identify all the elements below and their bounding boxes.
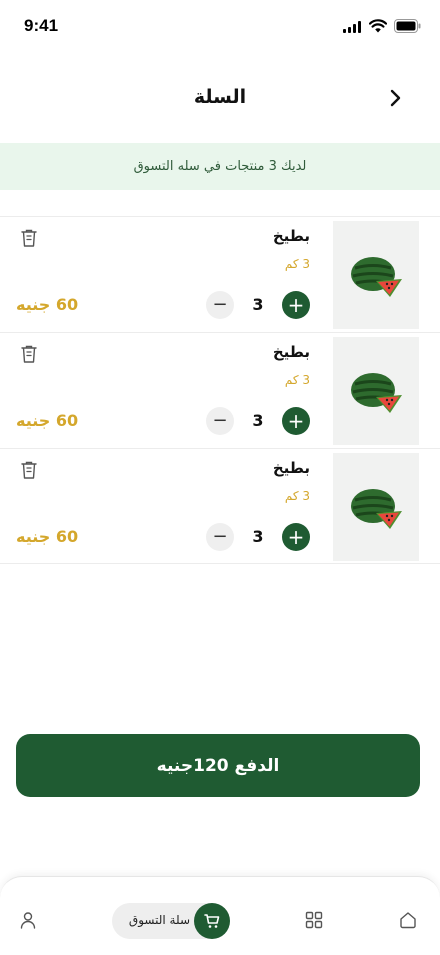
decrease-quantity-button[interactable]: − — [206, 523, 234, 551]
product-image — [333, 337, 419, 445]
quantity-value: 3 — [252, 411, 264, 430]
home-icon — [400, 912, 416, 929]
delete-item-button[interactable] — [18, 227, 40, 249]
item-price: 60 جنيه — [16, 411, 79, 430]
cart-icon-circle — [194, 903, 230, 939]
grid-icon — [305, 911, 323, 929]
product-name: بطيخ — [272, 343, 310, 361]
back-button[interactable] — [380, 84, 410, 112]
product-weight: 3 كم — [284, 373, 310, 387]
quantity-value: 3 — [252, 295, 264, 314]
battery-icon — [394, 19, 421, 33]
nav-profile[interactable] — [15, 907, 41, 933]
trash-icon — [21, 345, 37, 363]
product-image — [333, 221, 419, 329]
product-name: بطيخ — [272, 459, 310, 477]
trash-icon — [21, 461, 37, 479]
bottom-nav: سلة التسوق — [0, 876, 440, 955]
checkout-button[interactable]: الدفع 120جنيه — [16, 734, 420, 797]
checkout-label: الدفع 120جنيه — [156, 755, 280, 776]
cart-item: بطيخ 3 كم + 3 − 60 جنيه — [0, 216, 440, 332]
header: السلة — [0, 70, 440, 126]
watermelon-icon — [351, 373, 402, 413]
decrease-quantity-button[interactable]: − — [206, 407, 234, 435]
page-title: السلة — [193, 86, 247, 108]
increase-quantity-button[interactable]: + — [282, 407, 310, 435]
trash-icon — [21, 229, 37, 247]
decrease-quantity-button[interactable]: − — [206, 291, 234, 319]
delete-item-button[interactable] — [18, 459, 40, 481]
item-price: 60 جنيه — [16, 295, 79, 314]
nav-cart[interactable]: سلة التسوق — [112, 903, 230, 939]
status-bar: 9:41 — [0, 0, 440, 54]
product-image — [333, 453, 419, 561]
nav-cart-label: سلة التسوق — [128, 913, 190, 927]
watermelon-icon — [351, 257, 402, 297]
delete-item-button[interactable] — [18, 343, 40, 365]
increase-quantity-button[interactable]: + — [282, 523, 310, 551]
cart-count-banner: لديك 3 منتجات في سله التسوق — [0, 143, 440, 190]
product-weight: 3 كم — [284, 257, 310, 271]
profile-icon — [20, 912, 36, 929]
cart-items-list: بطيخ 3 كم + 3 − 60 جنيه بطيخ 3 كم + 3 − … — [0, 216, 440, 564]
chevron-right-icon — [390, 89, 401, 107]
product-name: بطيخ — [272, 227, 310, 245]
cart-item: بطيخ 3 كم + 3 − 60 جنيه — [0, 448, 440, 564]
status-time: 9:41 — [24, 16, 59, 35]
watermelon-icon — [351, 489, 402, 529]
cart-icon — [204, 914, 220, 928]
item-price: 60 جنيه — [16, 527, 79, 546]
product-weight: 3 كم — [284, 489, 310, 503]
wifi-icon — [369, 19, 387, 33]
cart-count-text: لديك 3 منتجات في سله التسوق — [133, 159, 307, 174]
nav-categories[interactable] — [301, 907, 327, 933]
cart-item: بطيخ 3 كم + 3 − 60 جنيه — [0, 332, 440, 448]
quantity-value: 3 — [252, 527, 264, 546]
increase-quantity-button[interactable]: + — [282, 291, 310, 319]
signal-icon — [343, 21, 361, 33]
nav-home[interactable] — [395, 907, 421, 933]
